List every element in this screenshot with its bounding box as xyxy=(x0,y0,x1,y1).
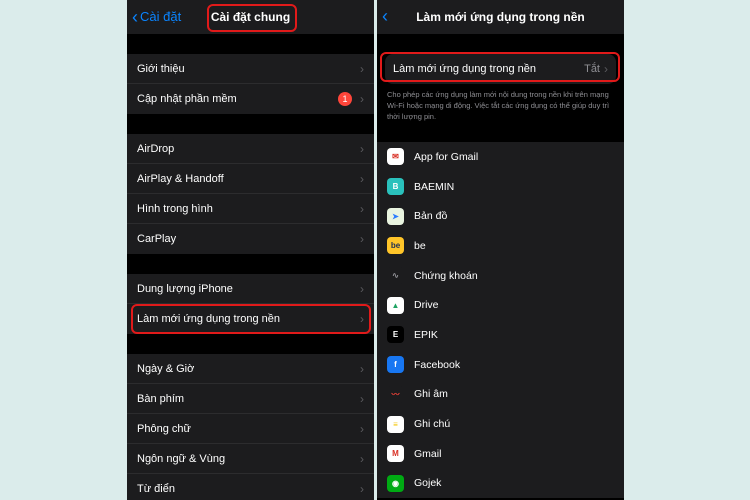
settings-row-background-refresh[interactable]: Làm mới ứng dụng trong nền › xyxy=(127,304,374,334)
facebook-icon: f xyxy=(387,356,404,374)
background-refresh-setting: Làm mới ứng dụng trong nền Tắt › xyxy=(385,54,616,84)
chevron-right-icon: › xyxy=(360,451,364,466)
chevron-right-icon: › xyxy=(360,201,364,216)
row-label: Dung lượng iPhone xyxy=(137,282,233,295)
row-label: Làm mới ứng dụng trong nền xyxy=(393,63,536,75)
app-row[interactable]: ∿ Chứng khoán xyxy=(377,261,624,291)
section-gap xyxy=(127,334,374,354)
settings-row-date-time[interactable]: Ngày & Giờ › xyxy=(127,354,374,384)
row-label: CarPlay xyxy=(137,233,177,245)
setting-value: Tắt xyxy=(584,63,600,75)
section-gap xyxy=(127,34,374,54)
app-row[interactable]: ➤ Bản đồ xyxy=(377,201,624,231)
app-name: EPIK xyxy=(414,328,438,341)
app-name: be xyxy=(414,239,426,252)
settings-row-software-update[interactable]: Cập nhật phần mềm 1 › xyxy=(127,84,374,114)
settings-row-fonts[interactable]: Phông chữ › xyxy=(127,414,374,444)
gojek-icon: ◉ xyxy=(387,474,404,492)
chevron-right-icon: › xyxy=(360,421,364,436)
chevron-right-icon: › xyxy=(604,62,608,76)
gmail-icon: M xyxy=(387,445,404,463)
app-name: Bản đồ xyxy=(414,210,448,223)
settings-row-carplay[interactable]: CarPlay › xyxy=(127,224,374,254)
notes-icon: ≡ xyxy=(387,415,404,433)
row-label: Từ điển xyxy=(137,483,175,495)
app-name: Gojek xyxy=(414,477,442,490)
settings-row-airdrop[interactable]: AirDrop › xyxy=(127,134,374,164)
section-gap xyxy=(127,114,374,134)
app-row[interactable]: be be xyxy=(377,231,624,261)
app-name: App for Gmail xyxy=(414,150,479,163)
app-name: Ghi chú xyxy=(414,418,451,431)
app-list: ✉ App for Gmail B BAEMIN ➤ Bản đồ be be ∿ Chứng k… xyxy=(377,142,624,499)
chevron-right-icon: › xyxy=(360,281,364,296)
app-name: Gmail xyxy=(414,447,442,460)
row-label: Hình trong hình xyxy=(137,202,213,215)
app-name: Facebook xyxy=(414,358,461,371)
row-label: Phông chữ xyxy=(137,422,191,435)
settings-group-about: Giới thiệu › Cập nhật phần mềm 1 › xyxy=(127,54,374,114)
section-gap xyxy=(127,254,374,274)
chevron-right-icon: › xyxy=(360,312,364,326)
page-title: Cài đặt chung xyxy=(210,10,291,24)
settings-row-dictionary[interactable]: Từ điển › xyxy=(127,474,374,500)
setting-description: Cho phép các ứng dụng làm mới nội dung t… xyxy=(387,90,610,121)
voice-memo-icon: 〰 xyxy=(387,385,404,403)
app-row[interactable]: ✉ App for Gmail xyxy=(377,142,624,172)
general-settings-screen: ‹ Cài đặt Cài đặt chung Giới thiệu › Cập… xyxy=(127,0,374,500)
chevron-right-icon: › xyxy=(360,361,364,376)
drive-icon: ▲ xyxy=(387,296,404,314)
settings-row-airplay[interactable]: AirPlay & Handoff › xyxy=(127,164,374,194)
settings-row-keyboard[interactable]: Bàn phím › xyxy=(127,384,374,414)
row-label: Làm mới ứng dụng trong nền xyxy=(137,313,280,325)
app-row[interactable]: B BAEMIN xyxy=(377,172,624,202)
nav-bar: ‹ Làm mới ứng dụng trong nền xyxy=(377,0,624,34)
row-label: Cập nhật phần mềm xyxy=(137,93,237,105)
baemin-icon: B xyxy=(387,178,404,196)
update-count-badge: 1 xyxy=(338,92,352,106)
maps-icon: ➤ xyxy=(387,207,404,225)
chevron-right-icon: › xyxy=(360,482,364,496)
background-refresh-screen: ‹ Làm mới ứng dụng trong nền Làm mới ứng… xyxy=(377,0,624,500)
row-label: AirDrop xyxy=(137,142,175,155)
app-name: Drive xyxy=(414,299,439,312)
row-label: Giới thiệu xyxy=(137,62,185,75)
background-refresh-row[interactable]: Làm mới ứng dụng trong nền Tắt › xyxy=(385,54,616,84)
page-title: Làm mới ứng dụng trong nền xyxy=(416,10,585,24)
row-label: Ngôn ngữ & Vùng xyxy=(137,452,226,465)
settings-row-about[interactable]: Giới thiệu › xyxy=(127,54,374,84)
chevron-right-icon: › xyxy=(360,232,364,246)
stocks-icon: ∿ xyxy=(387,267,404,285)
app-row[interactable]: f Facebook xyxy=(377,350,624,380)
be-icon: be xyxy=(387,237,404,255)
app-name: BAEMIN xyxy=(414,180,455,193)
app-row[interactable]: E EPIK xyxy=(377,320,624,350)
app-name: Ghi âm xyxy=(414,388,448,401)
app-name: Chứng khoán xyxy=(414,269,478,282)
app-row[interactable]: ◉ Gojek xyxy=(377,469,624,499)
chevron-right-icon: › xyxy=(360,61,364,76)
app-row[interactable]: M Gmail xyxy=(377,439,624,469)
app-row[interactable]: ≡ Ghi chú xyxy=(377,409,624,439)
settings-row-storage[interactable]: Dung lượng iPhone › xyxy=(127,274,374,304)
app-row[interactable]: 〰 Ghi âm xyxy=(377,380,624,410)
chevron-right-icon: › xyxy=(360,391,364,406)
settings-group-storage: Dung lượng iPhone › Làm mới ứng dụng tro… xyxy=(127,274,374,334)
app-row[interactable]: ▲ Drive xyxy=(377,290,624,320)
row-label: Ngày & Giờ xyxy=(137,362,195,375)
nav-bar: ‹ Cài đặt Cài đặt chung xyxy=(127,0,374,34)
row-label: Bàn phím xyxy=(137,392,185,405)
settings-group-locale: Ngày & Giờ › Bàn phím › Phông chữ › Ngôn… xyxy=(127,354,374,500)
chevron-right-icon: › xyxy=(360,92,364,106)
epik-icon: E xyxy=(387,326,404,344)
settings-row-language-region[interactable]: Ngôn ngữ & Vùng › xyxy=(127,444,374,474)
app-for-gmail-icon: ✉ xyxy=(387,148,404,166)
row-label: AirPlay & Handoff xyxy=(137,172,224,185)
chevron-right-icon: › xyxy=(360,141,364,156)
settings-row-pip[interactable]: Hình trong hình › xyxy=(127,194,374,224)
chevron-right-icon: › xyxy=(360,171,364,186)
settings-group-connectivity: AirDrop › AirPlay & Handoff › Hình trong… xyxy=(127,134,374,254)
